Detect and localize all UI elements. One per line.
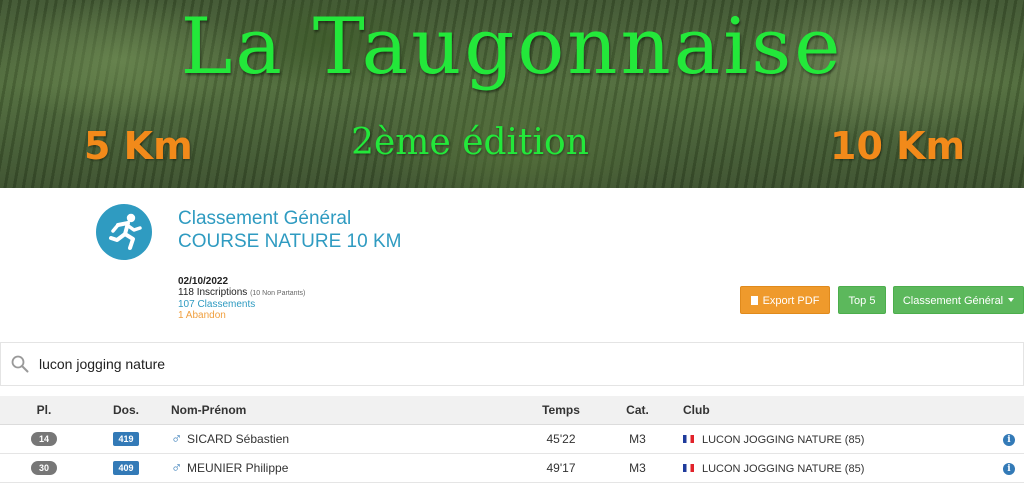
runner-time: 49'17 — [521, 453, 601, 483]
classement-label: Classement Général — [902, 295, 1004, 307]
bib-badge: 419 — [113, 432, 139, 446]
place-badge: 30 — [31, 461, 57, 475]
export-pdf-button[interactable]: Export PDF — [740, 286, 830, 314]
runner-club: LUCON JOGGING NATURE (85) — [702, 433, 865, 446]
file-icon — [750, 296, 758, 305]
header-nom[interactable]: Nom-Prénom — [164, 396, 521, 425]
runner-category: M3 — [601, 453, 674, 483]
header-info — [994, 396, 1024, 425]
caret-down-icon — [1008, 298, 1015, 302]
export-pdf-label: Export PDF — [762, 295, 820, 307]
male-icon: ♂ — [171, 430, 183, 447]
info-icon[interactable]: i — [1003, 434, 1015, 446]
runner-name[interactable]: SICARD Sébastien — [187, 432, 289, 446]
race-name: COURSE NATURE 10 KM — [178, 231, 402, 252]
header-dos[interactable]: Dos. — [88, 396, 164, 425]
header-cat[interactable]: Cat. — [601, 396, 674, 425]
banner-distance-left: 5 Km — [84, 124, 193, 168]
header-temps[interactable]: Temps — [521, 396, 601, 425]
race-date: 02/10/2022 — [178, 276, 229, 287]
table-header-row: Pl. Dos. Nom-Prénom Temps Cat. Club — [0, 396, 1024, 425]
banner-distance-right: 10 Km — [830, 124, 966, 168]
non-partants-label: (10 Non Partants) — [250, 290, 306, 297]
classements-count[interactable]: 107 Classements — [178, 299, 305, 310]
info-icon[interactable]: i — [1003, 463, 1015, 475]
search-bar — [0, 342, 1024, 386]
classement-dropdown-button[interactable]: Classement Général — [893, 286, 1024, 314]
france-flag-icon — [683, 434, 694, 443]
event-banner: La Taugonnaise 5 Km 2ème édition 10 Km — [0, 0, 1024, 188]
male-icon: ♂ — [171, 459, 183, 476]
ranking-title: Classement Général — [178, 208, 352, 229]
table-row[interactable]: 30 409 ♂ MEUNIER Philippe 49'17 M3 LUCON … — [0, 453, 1024, 483]
runner-club: LUCON JOGGING NATURE (85) — [702, 462, 865, 475]
france-flag-icon — [683, 463, 694, 472]
search-icon — [11, 355, 29, 373]
banner-subtitle: 2ème édition — [351, 122, 589, 163]
runner-icon — [96, 204, 152, 260]
inscriptions-label: 118 Inscriptions — [178, 287, 248, 298]
top5-button[interactable]: Top 5 — [838, 286, 886, 314]
runner-name[interactable]: MEUNIER Philippe — [187, 461, 288, 475]
place-badge: 14 — [31, 432, 57, 446]
bib-badge: 409 — [113, 461, 139, 475]
results-table: Pl. Dos. Nom-Prénom Temps Cat. Club 14 4… — [0, 396, 1024, 483]
header-pl[interactable]: Pl. — [0, 396, 88, 425]
search-input[interactable] — [39, 351, 939, 377]
inscriptions-count: 118 Inscriptions (10 Non Partants) — [178, 287, 305, 299]
runner-category: M3 — [601, 424, 674, 454]
header-club[interactable]: Club — [674, 396, 994, 425]
race-heading: Classement Général COURSE NATURE 10 KM — [178, 207, 401, 253]
abandon-count[interactable]: 1 Abandon — [178, 310, 305, 321]
banner-title: La Taugonnaise — [180, 2, 844, 92]
runner-time: 45'22 — [521, 424, 601, 454]
race-stats: 02/10/2022 118 Inscriptions (10 Non Part… — [178, 276, 305, 321]
table-row[interactable]: 14 419 ♂ SICARD Sébastien 45'22 M3 LUCON … — [0, 424, 1024, 454]
